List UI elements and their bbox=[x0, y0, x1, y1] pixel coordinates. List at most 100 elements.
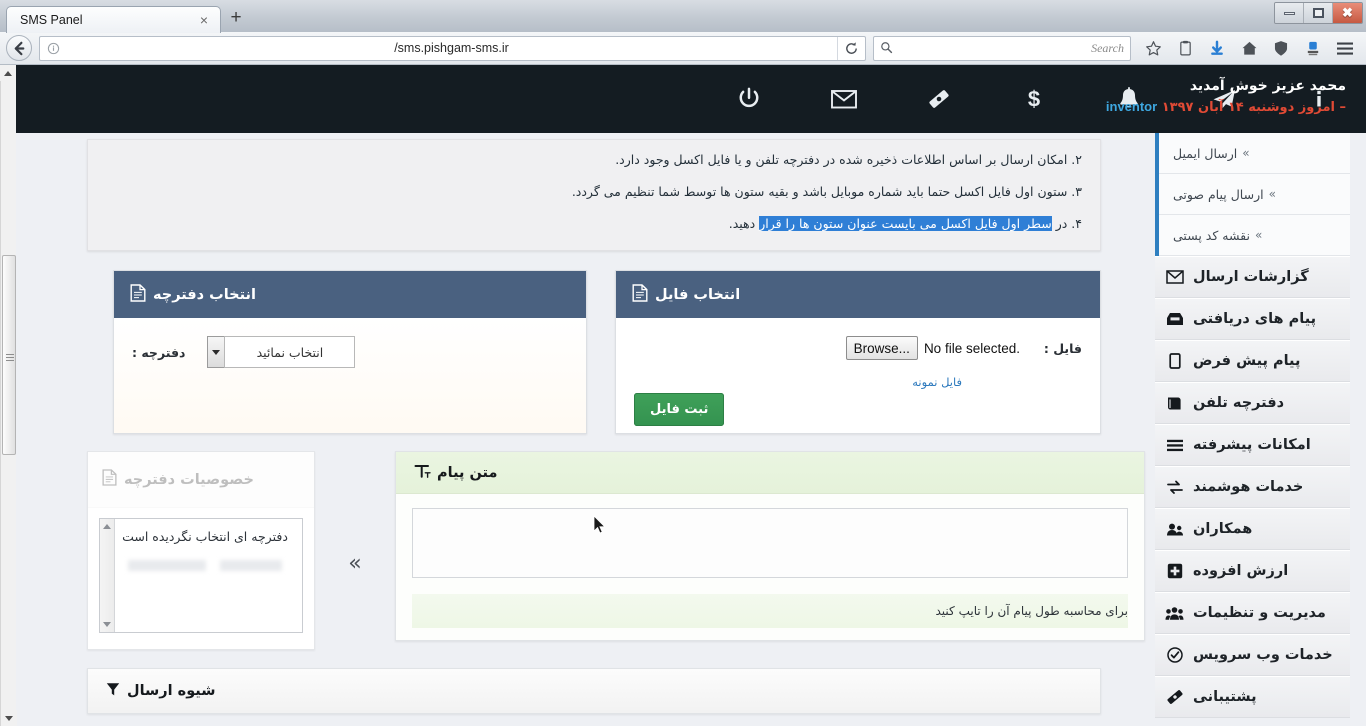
main-content: ۲. امکان ارسال بر اساس اطلاعات ذخیره شده… bbox=[16, 133, 1155, 726]
sidebar-item-phonebook[interactable]: دفترچه تلفن bbox=[1155, 382, 1350, 424]
sidebar-item-send-email[interactable]: ارسال ایمیل » bbox=[1159, 133, 1350, 174]
back-button[interactable] bbox=[6, 35, 32, 61]
sidebar-item-advanced-features[interactable]: امکانات پیشرفته bbox=[1155, 424, 1350, 466]
sidebar-item-value-added[interactable]: ارزش افزوده bbox=[1155, 550, 1350, 592]
sidebar-item-postal-map[interactable]: نقشه کد پستی » bbox=[1159, 215, 1350, 256]
bookmark-star-icon[interactable] bbox=[1138, 35, 1168, 61]
search-icon bbox=[880, 39, 893, 58]
ledger-select-row: انتخاب نمائید دفترچه : bbox=[132, 336, 568, 368]
send-mode-title: شیوه ارسال bbox=[127, 683, 216, 699]
file-card-title: انتخاب فایل bbox=[655, 286, 741, 303]
sidebar-item-label: همکاران bbox=[1193, 521, 1253, 537]
page-scroll-thumb[interactable] bbox=[2, 255, 16, 455]
tab-title: SMS Panel bbox=[20, 13, 83, 27]
username: inventor bbox=[1105, 99, 1158, 114]
shield-icon[interactable] bbox=[1266, 35, 1296, 61]
document-icon bbox=[130, 283, 146, 306]
chevron-down-icon[interactable] bbox=[207, 336, 225, 368]
download-arrow-icon[interactable] bbox=[1202, 35, 1232, 61]
chevron-double-left-icon: » bbox=[1254, 228, 1263, 242]
sidebar-item-smart-services[interactable]: خدمات هوشمند bbox=[1155, 466, 1350, 508]
back-arrow-icon bbox=[14, 41, 24, 55]
text-format-icon bbox=[414, 463, 431, 483]
ledger-empty-message: دفترچه ای انتخاب نگردیده است bbox=[122, 529, 288, 544]
sidebar-item-received-messages[interactable]: پیام های دریافتی bbox=[1155, 298, 1350, 340]
envelope-icon bbox=[1165, 270, 1184, 284]
close-button[interactable]: ✖ bbox=[1333, 3, 1362, 23]
restore-button[interactable] bbox=[1304, 3, 1333, 23]
scroll-up-arrow-icon[interactable] bbox=[103, 524, 111, 529]
users-icon bbox=[1165, 522, 1184, 537]
page-scrollbar[interactable] bbox=[0, 65, 17, 726]
url-bar[interactable]: /sms.pishgam-sms.ir bbox=[39, 35, 866, 61]
minimize-button[interactable] bbox=[1275, 3, 1304, 23]
dollar-icon: $ bbox=[1027, 87, 1039, 112]
power-icon bbox=[739, 87, 758, 108]
message-card-body: برای محاسبه طول پیام آن را تایپ کنید bbox=[396, 494, 1144, 640]
sidebar-submenu-label: نقشه کد پستی bbox=[1173, 227, 1250, 243]
ledger-select[interactable]: انتخاب نمائید bbox=[207, 336, 356, 368]
message-card: متن پیام برای محاسبه طول پیام آن را تایپ… bbox=[395, 451, 1145, 641]
book-icon bbox=[1165, 396, 1184, 411]
reading-list-icon[interactable] bbox=[1170, 35, 1200, 61]
ledger-card-header: انتخاب دفترچه bbox=[114, 271, 586, 318]
instruction-line: ۲. امکان ارسال بر اساس اطلاعات ذخیره شده… bbox=[615, 152, 1082, 167]
browser-titlebar: SMS Panel × + ✖ bbox=[0, 0, 1366, 33]
app-viewport: $ محمد عزیز خوش آمدید – امروز دوشنبه ۱۴ … bbox=[0, 65, 1366, 726]
user-date-line: – امروز دوشنبه ۱۴ آبان ۱۳۹۷ inventor bbox=[1106, 97, 1346, 118]
send-mode-card: شیوه ارسال bbox=[87, 668, 1101, 714]
topnav-power-button[interactable] bbox=[701, 65, 796, 133]
instruction-line-highlighted: ۴. در سطر اول فایل اکسل می بایست عنوان س… bbox=[106, 208, 1082, 240]
sidebar-item-label: مدیریت و تنظیمات bbox=[1193, 605, 1326, 621]
ledger-properties-scrollbox[interactable]: دفترچه ای انتخاب نگردیده است bbox=[99, 518, 303, 633]
addon-icon[interactable] bbox=[1298, 35, 1328, 61]
chevron-double-left-icon: » bbox=[1242, 146, 1250, 160]
ledger-properties-title: خصوصیات دفترچه bbox=[124, 471, 254, 488]
sidebar-item-send-voice[interactable]: ارسال پیام صوتی » bbox=[1159, 174, 1350, 215]
window-controls: ✖ bbox=[1274, 2, 1363, 24]
sidebar-item-webservice[interactable]: خدمات وب سرویس bbox=[1155, 634, 1350, 676]
page-info-icon[interactable] bbox=[40, 42, 66, 55]
message-length-hint: برای محاسبه طول پیام آن را تایپ کنید bbox=[412, 594, 1128, 628]
properties-scrollbar[interactable] bbox=[100, 519, 115, 632]
sidebar-item-management-settings[interactable]: مدیریت و تنظیمات bbox=[1155, 592, 1350, 634]
ledger-select-value[interactable]: انتخاب نمائید bbox=[224, 336, 356, 368]
search-bar[interactable]: Search bbox=[873, 35, 1131, 61]
filter-icon bbox=[106, 682, 120, 701]
page-scroll-down-button[interactable] bbox=[1, 710, 17, 726]
home-icon[interactable] bbox=[1234, 35, 1264, 61]
file-picker[interactable]: Browse... No file selected. bbox=[845, 336, 1020, 360]
close-icon[interactable]: × bbox=[196, 13, 212, 27]
message-textarea[interactable] bbox=[412, 508, 1128, 578]
page-scroll-up-button[interactable] bbox=[0, 65, 16, 81]
sidebar-item-send-reports[interactable]: گزارشات ارسال bbox=[1155, 256, 1350, 298]
browser-chrome: SMS Panel × + ✖ /sms.pishgam-sms.ir Sear… bbox=[0, 0, 1366, 65]
browse-button[interactable]: Browse... bbox=[845, 336, 918, 360]
browser-tab[interactable]: SMS Panel × bbox=[6, 6, 221, 33]
sidebar-submenu: ارسال ایمیل » ارسال پیام صوتی » نقشه کد … bbox=[1155, 133, 1350, 256]
instructions-panel: ۲. امکان ارسال بر اساس اطلاعات ذخیره شده… bbox=[87, 139, 1101, 251]
topnav-messages-button[interactable] bbox=[796, 65, 891, 133]
file-card-body: فایل : Browse... No file selected. فایل … bbox=[616, 318, 1100, 433]
inbox-icon bbox=[1165, 312, 1184, 326]
scroll-down-arrow-icon[interactable] bbox=[103, 622, 111, 627]
sidebar-item-support[interactable]: پشتیبانی bbox=[1155, 676, 1350, 718]
submit-file-button[interactable]: ثبت فایل bbox=[634, 393, 725, 426]
topnav-credit-button[interactable]: $ bbox=[986, 65, 1081, 133]
exchange-icon bbox=[1165, 480, 1184, 495]
selected-text-highlight: سطر اول فایل اکسل می بایست عنوان ستون ها… bbox=[759, 215, 1052, 231]
instruction-suffix: دهید. bbox=[728, 215, 760, 231]
svg-text:$: $ bbox=[1027, 87, 1039, 112]
current-date: – امروز دوشنبه ۱۴ آبان ۱۳۹۷ bbox=[1161, 100, 1346, 115]
sidebar-item-label: خدمات وب سرویس bbox=[1193, 647, 1333, 663]
new-tab-button[interactable]: + bbox=[221, 4, 251, 31]
sidebar-item-default-message[interactable]: پیام پیش فرض bbox=[1155, 340, 1350, 382]
hamburger-menu-icon[interactable] bbox=[1330, 35, 1360, 61]
topnav-tickets-button[interactable] bbox=[891, 65, 986, 133]
middle-row: متن پیام برای محاسبه طول پیام آن را تایپ… bbox=[87, 451, 1145, 650]
sidebar-item-partners[interactable]: همکاران bbox=[1155, 508, 1350, 550]
reload-icon[interactable] bbox=[837, 36, 865, 60]
sample-file-link[interactable]: فایل نمونه bbox=[912, 375, 962, 389]
file-input-row: فایل : Browse... No file selected. bbox=[634, 336, 1082, 360]
ledger-properties-body: دفترچه ای انتخاب نگردیده است bbox=[88, 508, 314, 649]
